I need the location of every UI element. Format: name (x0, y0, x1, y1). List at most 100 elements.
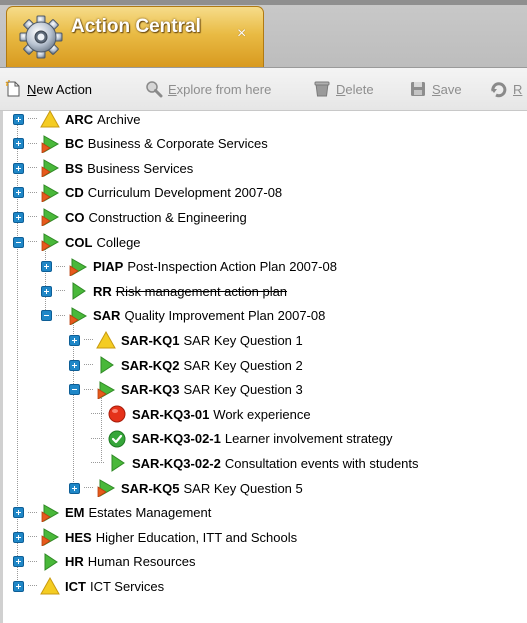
green-play-icon (107, 453, 127, 473)
tree-connector (28, 511, 37, 514)
collapse-icon[interactable] (69, 384, 80, 396)
mixed-status-icon (40, 232, 60, 252)
tree-connector (28, 241, 37, 243)
tree-connector (28, 191, 37, 194)
tree-item-name: Business Services (87, 160, 194, 176)
tab-bar: Action Central × (0, 0, 527, 68)
expand-icon[interactable] (13, 138, 24, 150)
expand-icon[interactable] (69, 359, 80, 371)
tree-row[interactable]: RR Risk management action plan (41, 280, 287, 302)
tab-title: Action Central (71, 16, 201, 37)
save-icon (411, 82, 425, 96)
tree-row[interactable]: EM Estates Management (13, 502, 211, 524)
tree-item-code: EM (65, 505, 85, 521)
tree-item-name: Risk management action plan (115, 283, 288, 299)
tree-row[interactable]: BS Business Services (13, 157, 193, 179)
expand-icon[interactable] (69, 482, 80, 494)
explore-button[interactable]: Explore from here (145, 79, 271, 99)
tree-row[interactable]: COL College (13, 231, 141, 253)
tab-bar-border (0, 0, 527, 5)
expand-icon[interactable] (69, 334, 80, 346)
collapse-icon[interactable] (13, 236, 24, 248)
warning-triangle-icon (40, 576, 60, 596)
new-action-button[interactable]: New Action (4, 79, 92, 99)
expand-icon[interactable] (41, 261, 52, 273)
tree-connector (28, 216, 37, 218)
mixed-status-icon (40, 158, 60, 178)
tree-row[interactable]: ICT ICT Services (13, 575, 164, 597)
tree-row[interactable]: PIAP Post-Inspection Action Plan 2007-08 (41, 256, 337, 278)
expand-icon[interactable] (41, 285, 52, 297)
tree-row[interactable]: SAR-KQ3 SAR Key Question 3 (69, 379, 303, 401)
tree-row[interactable]: BC Business & Corporate Services (13, 133, 268, 155)
warning-triangle-icon (40, 109, 60, 129)
close-icon[interactable]: × (237, 25, 246, 43)
tab-action-central[interactable]: Action Central × (6, 6, 264, 67)
tree-item-code: PIAP (93, 259, 124, 275)
tree-row[interactable]: SAR-KQ3-02-2 Consultation events with stu… (91, 452, 419, 474)
magnifier-icon (146, 81, 163, 98)
mixed-status-icon (40, 183, 60, 203)
tree-item-code: HR (65, 554, 84, 570)
expand-icon[interactable] (13, 507, 24, 519)
tree-row[interactable]: SAR-KQ5 SAR Key Question 5 (69, 477, 303, 499)
expand-icon[interactable] (13, 556, 24, 568)
tree-connector (84, 364, 93, 366)
tree-row[interactable]: SAR-KQ2 SAR Key Question 2 (69, 354, 303, 376)
tree-row[interactable]: HES Higher Education, ITT and Schools (13, 526, 297, 548)
tree-item-code: SAR (93, 308, 121, 324)
tree-connector (91, 413, 104, 415)
green-play-icon (96, 355, 116, 375)
tree-item-name: College (96, 234, 141, 250)
mixed-status-icon (40, 134, 60, 154)
save-button[interactable]: Save (409, 79, 462, 99)
tree-item-name: Business & Corporate Services (87, 136, 268, 152)
tree-row[interactable]: CO Construction & Engineering (13, 206, 247, 228)
new-action-mnemonic: N (27, 81, 37, 97)
tree-item-name: SAR Key Question 3 (183, 382, 303, 398)
tree-connector (28, 142, 37, 145)
reload-icon (491, 82, 507, 98)
save-mnemonic: S (432, 81, 441, 97)
tree-item-code: COL (65, 234, 93, 250)
red-stop-icon (107, 404, 127, 424)
tree-row[interactable]: SAR-KQ3-01 Work experience (91, 403, 311, 425)
tree-left-edge (0, 111, 3, 623)
tree-item-name: Post-Inspection Action Plan 2007-08 (127, 259, 337, 275)
mixed-status-icon (96, 478, 116, 498)
delete-mnemonic: D (336, 81, 346, 97)
reload-button[interactable]: R (490, 79, 522, 99)
expand-icon[interactable] (13, 162, 24, 174)
tree-connector (84, 388, 93, 391)
expand-icon[interactable] (13, 113, 24, 125)
mixed-status-icon (68, 257, 88, 277)
action-tree[interactable]: ARC Archive BC Business & Corporate Service… (0, 108, 527, 623)
tree-row[interactable]: SAR Quality Improvement Plan 2007-08 (41, 305, 325, 327)
mixed-status-icon (96, 380, 116, 400)
tree-row[interactable]: ARC Archive (13, 108, 141, 130)
tree-item-name: SAR Key Question 2 (183, 357, 303, 373)
tree-row[interactable]: SAR-KQ3-02-1 Learner involvement strategy (91, 428, 393, 450)
tree-item-code: CO (65, 209, 85, 225)
collapse-icon[interactable] (41, 310, 52, 322)
mixed-status-icon (40, 527, 60, 547)
expand-icon[interactable] (13, 187, 24, 199)
explore-label: xplore from here (176, 81, 272, 97)
tree-item-code: BS (65, 160, 84, 176)
tree-row[interactable]: HR Human Resources (13, 551, 195, 573)
tree-row[interactable]: SAR-KQ1 SAR Key Question 1 (69, 329, 303, 351)
tree-row[interactable]: CD Curriculum Development 2007-08 (13, 182, 282, 204)
expand-icon[interactable] (13, 211, 24, 223)
delete-button[interactable]: Delete (313, 79, 374, 99)
tree-item-code: SAR-KQ3-01 (132, 406, 210, 422)
expand-icon[interactable] (13, 580, 24, 592)
tree-item-name: Higher Education, ITT and Schools (95, 529, 298, 545)
tree-connector (28, 118, 37, 120)
tree-connector (56, 314, 65, 317)
expand-icon[interactable] (13, 531, 24, 543)
tree-item-name: Estates Management (88, 505, 212, 521)
explore-mnemonic: E (168, 81, 177, 97)
tree-connector (84, 487, 93, 489)
delete-label: elete (345, 81, 374, 97)
green-check-icon (107, 429, 127, 449)
